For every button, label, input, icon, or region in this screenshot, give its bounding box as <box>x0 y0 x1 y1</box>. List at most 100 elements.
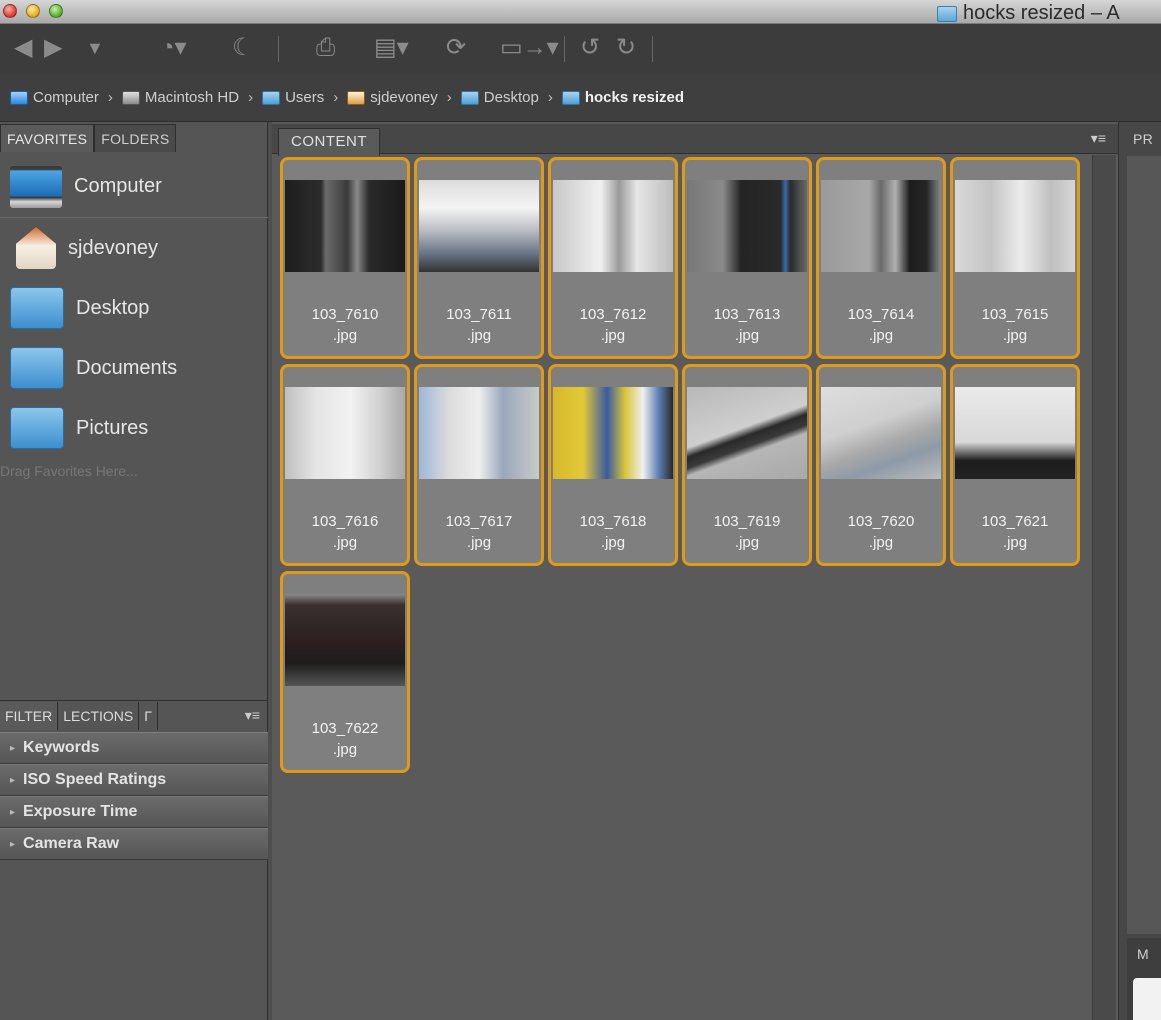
output-icon[interactable]: ▭→▾ <box>500 34 559 62</box>
close-window-button[interactable] <box>3 4 17 18</box>
camera-raw-icon[interactable]: ⟳ <box>446 34 466 62</box>
thumbnail-image <box>955 387 1075 479</box>
filter-item-iso[interactable]: ▸ ISO Speed Ratings <box>0 764 268 796</box>
filter-item-camera-raw[interactable]: ▸ Camera Raw <box>0 828 268 860</box>
drag-favorites-hint: Drag Favorites Here... <box>0 463 138 479</box>
breadcrumb-label: Users <box>285 89 325 106</box>
tab-export[interactable]: Γ <box>139 701 158 730</box>
chevron-right-icon: › <box>446 89 452 106</box>
back-arrow-icon[interactable]: ◀ <box>14 34 32 62</box>
breadcrumb-item-macintosh-hd[interactable]: Macintosh HD <box>121 89 239 106</box>
recent-icon[interactable]: ◔▾ <box>160 34 187 62</box>
toolbar-divider <box>652 36 653 62</box>
thumbnail-item[interactable]: 103_7610 .jpg <box>280 157 410 359</box>
zoom-window-button[interactable] <box>49 4 63 18</box>
panel-menu-icon[interactable]: ▾≡ <box>245 707 260 724</box>
filename-extension: .jpg <box>734 327 760 344</box>
filename-extension: .jpg <box>868 327 894 344</box>
thumbnail-image <box>955 180 1075 272</box>
tab-favorites[interactable]: FAVORITES <box>0 124 95 152</box>
breadcrumb-label: sjdevoney <box>370 89 438 106</box>
filter-label: Exposure Time <box>23 803 138 820</box>
refine-icon[interactable]: ▤▾ <box>374 34 409 62</box>
thumbnail-item[interactable]: 103_7622 .jpg <box>280 571 410 773</box>
breadcrumb-item-sjdevoney[interactable]: sjdevoney <box>347 89 438 106</box>
filename-base: 103_7611 <box>446 306 512 323</box>
breadcrumb-item-users[interactable]: Users <box>262 89 324 106</box>
boomerang-icon[interactable]: ☾ <box>232 34 254 62</box>
thumbnail-item[interactable]: 103_7613 .jpg <box>682 157 812 359</box>
thumbnail-item[interactable]: 103_7616 .jpg <box>280 364 410 566</box>
thumbnail-image <box>821 387 941 479</box>
thumbnail-item[interactable]: 103_7618 .jpg <box>548 364 678 566</box>
dropdown-icon[interactable]: ▼ <box>86 34 104 62</box>
filename-extension: .jpg <box>600 327 626 344</box>
filename-base: 103_7614 <box>847 306 915 323</box>
thumbnail-filename: 103_7610 .jpg <box>283 304 407 346</box>
filename-base: 103_7616 <box>311 513 379 530</box>
filter-item-keywords[interactable]: ▸ Keywords <box>0 732 268 764</box>
filename-base: 103_7621 <box>981 513 1049 530</box>
thumbnail-filename: 103_7622 .jpg <box>283 718 407 760</box>
breadcrumb-item-computer[interactable]: Computer <box>10 89 99 106</box>
thumbnail-filename: 103_7612 .jpg <box>551 304 675 346</box>
breadcrumb-label: Computer <box>33 89 99 106</box>
forward-arrow-icon[interactable]: ▶ <box>44 34 62 62</box>
right-panel: PR M <box>1118 122 1161 1020</box>
thumbnail-filename: 103_7611 .jpg <box>417 304 541 346</box>
thumbnail-image <box>419 180 539 272</box>
thumbnail-item[interactable]: 103_7612 .jpg <box>548 157 678 359</box>
breadcrumb-label: hocks resized <box>584 89 685 106</box>
thumbnail-item[interactable]: 103_7611 .jpg <box>414 157 544 359</box>
get-photos-icon[interactable]: ⎙ <box>316 34 335 62</box>
tab-collections[interactable]: LECTIONS <box>58 701 140 730</box>
filter-item-exposure[interactable]: ▸ Exposure Time <box>0 796 268 828</box>
disclosure-triangle-icon: ▸ <box>10 742 16 754</box>
filename-extension: .jpg <box>466 327 492 344</box>
filename-base: 103_7622 <box>311 720 379 737</box>
computer-icon <box>10 165 62 208</box>
thumbnail-filename: 103_7613 .jpg <box>685 304 809 346</box>
filename-base: 103_7618 <box>579 513 647 530</box>
favorite-label: Pictures <box>76 416 149 439</box>
favorite-item-sjdevoney[interactable]: sjdevoney <box>0 218 268 278</box>
preview-area <box>1127 156 1161 934</box>
tab-content[interactable]: CONTENT <box>278 128 380 156</box>
thumbnail-item[interactable]: 103_7617 .jpg <box>414 364 544 566</box>
thumbnail-item[interactable]: 103_7614 .jpg <box>816 157 946 359</box>
thumbnail-item[interactable]: 103_7620 .jpg <box>816 364 946 566</box>
thumbnail-item[interactable]: 103_7615 .jpg <box>950 157 1080 359</box>
filename-base: 103_7615 <box>981 306 1049 323</box>
rotate-right-icon[interactable]: ↻ <box>616 34 636 62</box>
breadcrumb-item-hocks-resized[interactable]: hocks resized <box>561 89 685 106</box>
disclosure-triangle-icon: ▸ <box>10 774 16 786</box>
panel-menu-icon[interactable]: ▾≡ <box>1091 130 1106 147</box>
minimize-window-button[interactable] <box>26 4 40 18</box>
content-scrollbar[interactable] <box>1092 155 1116 1020</box>
tab-folders[interactable]: FOLDERS <box>94 124 177 152</box>
thumbnail-item[interactable]: 103_7619 .jpg <box>682 364 812 566</box>
favorite-item-desktop[interactable]: Desktop <box>0 278 268 338</box>
thumbnail-filename: 103_7616 .jpg <box>283 511 407 553</box>
filename-extension: .jpg <box>332 327 358 344</box>
favorite-item-computer[interactable]: Computer <box>0 156 268 218</box>
metadata-field <box>1133 978 1161 1020</box>
filename-extension: .jpg <box>734 534 760 551</box>
breadcrumb-item-desktop[interactable]: Desktop <box>460 89 539 106</box>
rotate-left-icon[interactable]: ↺ <box>580 34 600 62</box>
thumbnail-filename: 103_7620 .jpg <box>819 511 943 553</box>
favorite-item-documents[interactable]: Documents <box>0 338 268 398</box>
breadcrumb: Computer › Macintosh HD › Users › sjdevo… <box>0 74 1161 122</box>
toolbar: ◀ ▶ ▼ ◔▾ ☾ ⎙ ▤▾ ⟳ ▭→▾ ↺ ↻ <box>0 24 1161 74</box>
favorite-label: sjdevoney <box>68 236 159 259</box>
thumbnail-image <box>821 180 941 272</box>
filter-list: ▸ Keywords ▸ ISO Speed Ratings ▸ Exposure T… <box>0 732 268 860</box>
favorite-item-pictures[interactable]: Pictures <box>0 398 268 458</box>
folder-icon <box>10 287 64 329</box>
thumbnail-item[interactable]: 103_7621 .jpg <box>950 364 1080 566</box>
filename-base: 103_7610 <box>311 306 379 323</box>
tab-metadata[interactable]: M <box>1137 946 1149 962</box>
tab-preview[interactable]: PR <box>1133 131 1153 147</box>
tab-filter[interactable]: FILTER <box>0 701 59 730</box>
filename-base: 103_7619 <box>713 513 781 530</box>
